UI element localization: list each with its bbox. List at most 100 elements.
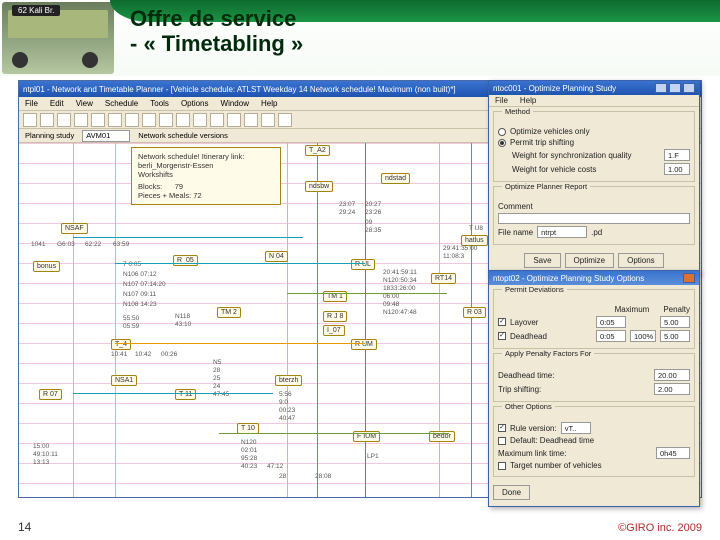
network-node[interactable]: bonus <box>33 261 60 272</box>
network-node[interactable]: R J 8 <box>323 311 347 322</box>
menu-help[interactable]: Help <box>261 99 277 108</box>
data-label: 43:10 <box>175 321 191 328</box>
menu-file[interactable]: File <box>25 99 38 108</box>
dialog1-titlebar[interactable]: ntoc001 - Optimize Planning Study <box>489 81 699 95</box>
slide-banner: 62 Kali Br. Offre de service - « Timetab… <box>0 0 720 76</box>
check-rule-version[interactable] <box>498 424 506 432</box>
toolbar-button[interactable] <box>40 113 54 127</box>
max-link-input[interactable]: 0h45 <box>656 447 690 459</box>
toolbar-button[interactable] <box>125 113 139 127</box>
network-node[interactable]: T_A2 <box>305 145 330 156</box>
info-line: Workshifts <box>138 170 274 179</box>
network-node[interactable]: ndsbw <box>305 181 333 192</box>
col-header: Maximum <box>615 305 650 314</box>
toolbar-button[interactable] <box>278 113 292 127</box>
slide-footer: 14 ©GIRO inc. 2009 <box>0 512 720 540</box>
data-label: 40:47 <box>279 415 295 422</box>
pf-deadhead-input[interactable]: 20.00 <box>654 369 690 381</box>
options-button[interactable]: Options <box>618 253 664 268</box>
weight-label: Weight for synchronization quality <box>512 151 660 160</box>
maximize-icon[interactable] <box>669 83 681 93</box>
menu-view[interactable]: View <box>76 99 93 108</box>
network-node[interactable]: R UL <box>351 259 375 270</box>
report-group: Optimize Planner Report Comment File nam… <box>493 186 695 245</box>
toolbar-button[interactable] <box>210 113 224 127</box>
data-label: 28:08 <box>315 473 331 480</box>
menu-schedule[interactable]: Schedule <box>105 99 138 108</box>
network-node[interactable]: R UM <box>351 339 377 350</box>
row-label: Layover <box>510 318 592 327</box>
radio-optimize-vehicles[interactable] <box>498 128 506 136</box>
network-node[interactable]: T 11 <box>175 389 196 400</box>
dialog2-titlebar[interactable]: ntopt02 - Optimize Planning Study Option… <box>489 271 699 285</box>
radio-label: Permit trip shifting <box>510 138 574 147</box>
toolbar-button[interactable] <box>108 113 122 127</box>
toolbar-button[interactable] <box>74 113 88 127</box>
dlg1-menu-help[interactable]: Help <box>520 96 536 105</box>
network-node[interactable]: N 04 <box>265 251 288 262</box>
toolbar-button[interactable] <box>176 113 190 127</box>
menu-window[interactable]: Window <box>221 99 249 108</box>
data-label: 05:59 <box>123 323 139 330</box>
toolbar-button[interactable] <box>227 113 241 127</box>
toolbar-button[interactable] <box>57 113 71 127</box>
data-label: 40:23 <box>241 463 257 470</box>
check-target-vehicles[interactable] <box>498 462 506 470</box>
done-button[interactable]: Done <box>493 485 530 500</box>
minimize-icon[interactable] <box>655 83 667 93</box>
close-icon[interactable] <box>683 83 695 93</box>
network-node[interactable]: I_07 <box>323 325 345 336</box>
check-deadhead[interactable] <box>498 332 506 340</box>
save-button[interactable]: Save <box>524 253 560 268</box>
network-node[interactable]: bterzh <box>275 375 302 386</box>
network-node[interactable]: TM 2 <box>217 307 241 318</box>
link-line <box>73 393 273 394</box>
deadhead-pen-input[interactable]: 5.00 <box>660 330 690 342</box>
network-node[interactable]: T_4 <box>111 339 131 350</box>
data-label: N120:47:48 <box>383 309 417 316</box>
network-node[interactable]: RT14 <box>431 273 456 284</box>
network-node[interactable]: R 03 <box>463 307 486 318</box>
toolbar-button[interactable] <box>159 113 173 127</box>
optimize-study-dialog[interactable]: ntoc001 - Optimize Planning Study File H… <box>488 80 700 275</box>
deadhead-pct-input[interactable]: 100% <box>630 330 656 342</box>
info-line: Network schedule! Itinerary link: <box>138 152 274 161</box>
network-node[interactable]: NSA1 <box>111 375 137 386</box>
weight-vehicle-input[interactable]: 1.00 <box>664 163 690 175</box>
layover-max-input[interactable]: 0:05 <box>596 316 626 328</box>
dlg1-menu-file[interactable]: File <box>495 96 508 105</box>
network-node[interactable]: R 07 <box>39 389 62 400</box>
data-label: N118 <box>175 313 190 320</box>
check-layover[interactable] <box>498 318 506 326</box>
optimize-options-dialog[interactable]: ntopt02 - Optimize Planning Study Option… <box>488 270 700 507</box>
deadhead-max-input[interactable]: 0:05 <box>596 330 626 342</box>
menu-edit[interactable]: Edit <box>50 99 64 108</box>
planning-study-field[interactable]: AVM01 <box>82 130 130 142</box>
comment-input[interactable] <box>498 213 690 224</box>
data-label: 13:13 <box>33 459 49 466</box>
rule-version-input[interactable]: vT.. <box>561 422 591 434</box>
radio-permit-trip-shifting[interactable] <box>498 139 506 147</box>
close-icon[interactable] <box>683 273 695 283</box>
filename-input[interactable]: ntrpt <box>537 226 587 238</box>
menu-options[interactable]: Options <box>181 99 209 108</box>
data-label: 29:24 <box>339 209 355 216</box>
check-default-deadhead[interactable] <box>498 437 506 445</box>
network-node[interactable]: ndstad <box>381 173 410 184</box>
toolbar-button[interactable] <box>23 113 37 127</box>
network-node[interactable]: NSAF <box>61 223 88 234</box>
optimize-button[interactable]: Optimize <box>565 253 615 268</box>
toolbar-button[interactable] <box>244 113 258 127</box>
menu-tools[interactable]: Tools <box>150 99 169 108</box>
toolbar-button[interactable] <box>261 113 275 127</box>
pf-tripshift-input[interactable]: 2.00 <box>654 383 690 395</box>
toolbar-button[interactable] <box>91 113 105 127</box>
opt-label: Rule version: <box>510 424 557 433</box>
layover-pen-input[interactable]: 5.00 <box>660 316 690 328</box>
data-label: 10:41 <box>111 351 127 358</box>
toolbar-button[interactable] <box>193 113 207 127</box>
toolbar-button[interactable] <box>142 113 156 127</box>
weight-sync-input[interactable]: 1.F <box>664 149 690 161</box>
network-node[interactable]: R_05 <box>173 255 198 266</box>
bus-image: 62 Kali Br. <box>2 2 114 74</box>
